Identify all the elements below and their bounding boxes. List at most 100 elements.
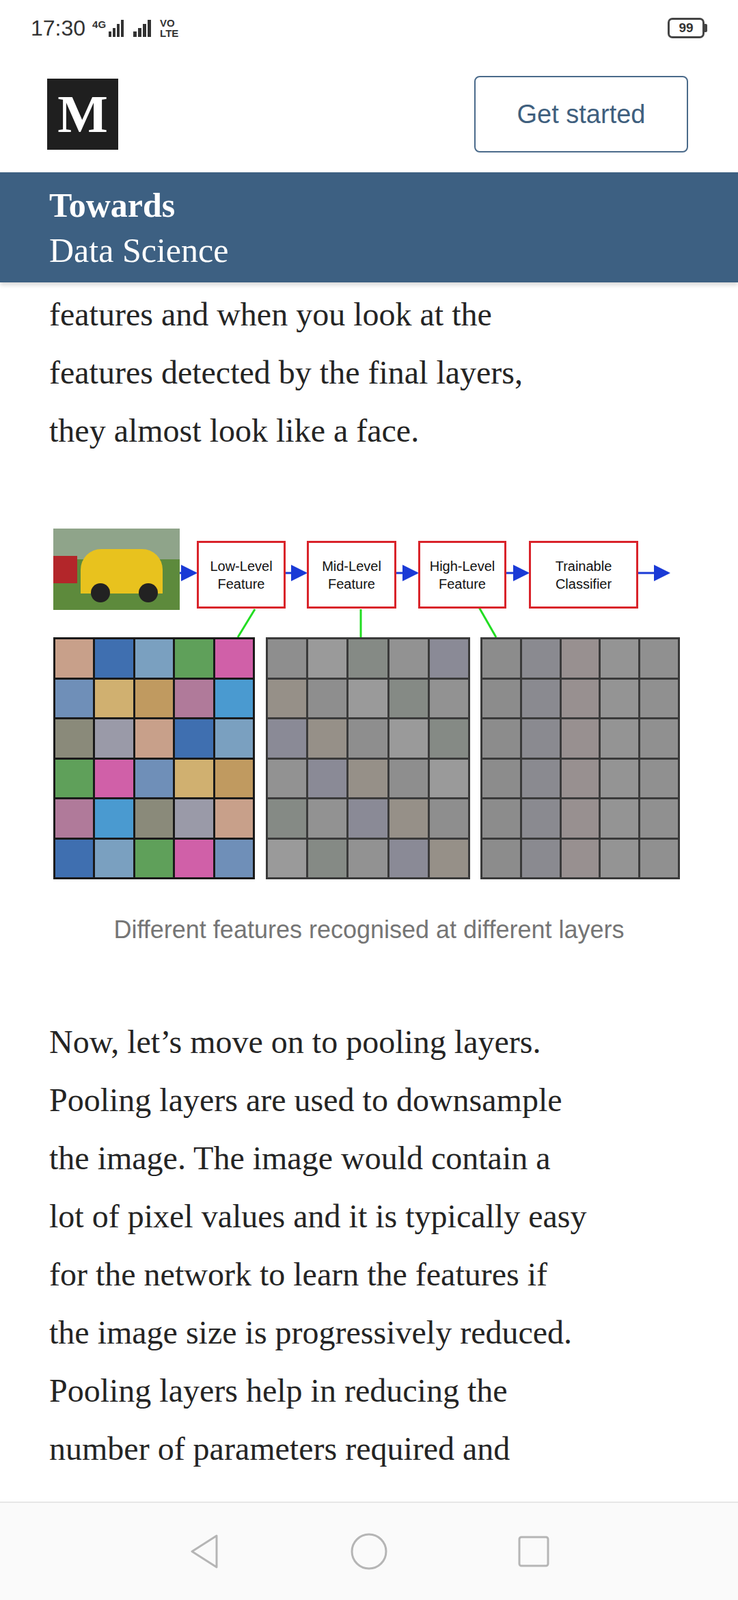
feature-tile bbox=[389, 679, 428, 718]
feature-tile bbox=[94, 839, 133, 878]
feature-tile bbox=[135, 798, 173, 838]
feature-tile bbox=[348, 839, 387, 878]
feature-tile bbox=[640, 798, 678, 838]
feature-tile bbox=[429, 798, 469, 838]
feature-tile bbox=[94, 759, 133, 798]
feature-tile bbox=[561, 718, 600, 758]
feature-tile bbox=[482, 718, 521, 758]
feature-tile bbox=[135, 759, 173, 798]
feature-tile bbox=[561, 839, 600, 878]
feature-tile bbox=[389, 759, 428, 798]
feature-tile bbox=[640, 638, 678, 678]
feature-tile bbox=[94, 638, 133, 678]
feature-tile bbox=[308, 759, 347, 798]
feature-tile bbox=[482, 759, 521, 798]
feature-tile bbox=[482, 679, 521, 718]
feature-tile bbox=[389, 839, 428, 878]
feature-tile bbox=[215, 718, 253, 758]
feature-tile bbox=[308, 679, 347, 718]
feature-tile bbox=[348, 718, 387, 758]
feature-tile bbox=[389, 718, 428, 758]
feature-tile bbox=[389, 638, 428, 678]
feature-tile bbox=[522, 679, 560, 718]
text-line: features detected by the final layers, bbox=[49, 343, 689, 402]
publication-bar[interactable]: Towards Data Science bbox=[0, 172, 738, 283]
feature-tile bbox=[267, 679, 307, 718]
feature-tile bbox=[389, 798, 428, 838]
feature-tile bbox=[215, 638, 253, 678]
text-line: the image size is progressively reduced. bbox=[49, 1302, 689, 1361]
feature-tile bbox=[215, 679, 253, 718]
feature-tile bbox=[215, 798, 253, 838]
feature-tile bbox=[482, 638, 521, 678]
feature-tile bbox=[522, 798, 560, 838]
text-line: number of parameters required and bbox=[49, 1418, 689, 1477]
back-icon[interactable] bbox=[187, 1532, 221, 1569]
low-level-features bbox=[53, 636, 255, 879]
cell-signal: 4G bbox=[92, 19, 126, 37]
home-icon[interactable] bbox=[349, 1531, 389, 1570]
feature-tile bbox=[267, 759, 307, 798]
medium-logo[interactable]: M bbox=[47, 78, 119, 150]
feature-tile bbox=[640, 839, 678, 878]
feature-tile bbox=[215, 759, 253, 798]
feature-tile bbox=[561, 679, 600, 718]
car-photo bbox=[53, 528, 180, 610]
stage-label: Trainable bbox=[555, 556, 613, 575]
feature-tile bbox=[600, 759, 639, 798]
feature-tile bbox=[522, 839, 560, 878]
volte-bottom: LTE bbox=[159, 28, 179, 39]
feature-tile bbox=[640, 718, 678, 758]
feature-tile bbox=[429, 679, 469, 718]
feature-tile bbox=[308, 798, 347, 838]
feature-tile bbox=[94, 798, 133, 838]
feature-tile bbox=[267, 718, 307, 758]
feature-tile bbox=[348, 798, 387, 838]
feature-tile bbox=[55, 679, 93, 718]
stage-label: Feature bbox=[217, 574, 266, 593]
feature-tile bbox=[135, 839, 173, 878]
feature-tile bbox=[267, 798, 307, 838]
feature-tile bbox=[640, 759, 678, 798]
text-line: the image. The image would contain a bbox=[49, 1128, 689, 1187]
feature-tile bbox=[55, 638, 93, 678]
feature-tile bbox=[308, 718, 347, 758]
feature-tile bbox=[482, 798, 521, 838]
get-started-button[interactable]: Get started bbox=[474, 75, 689, 153]
feature-tile bbox=[174, 638, 213, 678]
feature-tile bbox=[267, 839, 307, 878]
feature-tile bbox=[600, 798, 639, 838]
feature-tile bbox=[215, 839, 253, 878]
site-header: M Get started bbox=[0, 56, 738, 173]
publication-name-2: Data Science bbox=[49, 227, 738, 273]
feature-tile bbox=[429, 638, 469, 678]
feature-tile bbox=[600, 679, 639, 718]
clock: 17:30 bbox=[30, 11, 86, 45]
recents-icon[interactable] bbox=[517, 1534, 551, 1567]
stage-label: Low-Level bbox=[209, 556, 272, 575]
text-line: they almost look like a face. bbox=[49, 401, 689, 460]
stage-box: High-LevelFeature bbox=[418, 540, 507, 609]
nav-bar bbox=[0, 1500, 738, 1599]
article: features and when you look at thefeature… bbox=[0, 282, 738, 1477]
feature-tile bbox=[348, 638, 387, 678]
feature-tile bbox=[429, 839, 469, 878]
feature-tile bbox=[55, 798, 93, 838]
signal2-icon bbox=[132, 19, 154, 37]
feature-tile bbox=[55, 839, 93, 878]
feature-tile bbox=[429, 759, 469, 798]
stage-label: Classifier bbox=[555, 574, 612, 593]
stage-label: High-Level bbox=[429, 556, 496, 575]
feature-tile bbox=[600, 718, 639, 758]
screen: 17:30 4G VO LTE 99 M Get started bbox=[0, 0, 738, 1599]
feature-tile bbox=[174, 718, 213, 758]
text-line: Pooling layers are used to downsample bbox=[49, 1070, 689, 1129]
battery-icon: 99 bbox=[667, 17, 705, 39]
stage-label: Mid-Level bbox=[321, 556, 382, 575]
battery-level: 99 bbox=[678, 21, 693, 35]
text-line: for the network to learn the features if bbox=[49, 1244, 689, 1303]
high-level-features bbox=[480, 636, 680, 879]
feature-tile bbox=[267, 638, 307, 678]
stage-box: TrainableClassifier bbox=[528, 540, 639, 609]
feature-tile bbox=[174, 798, 213, 838]
